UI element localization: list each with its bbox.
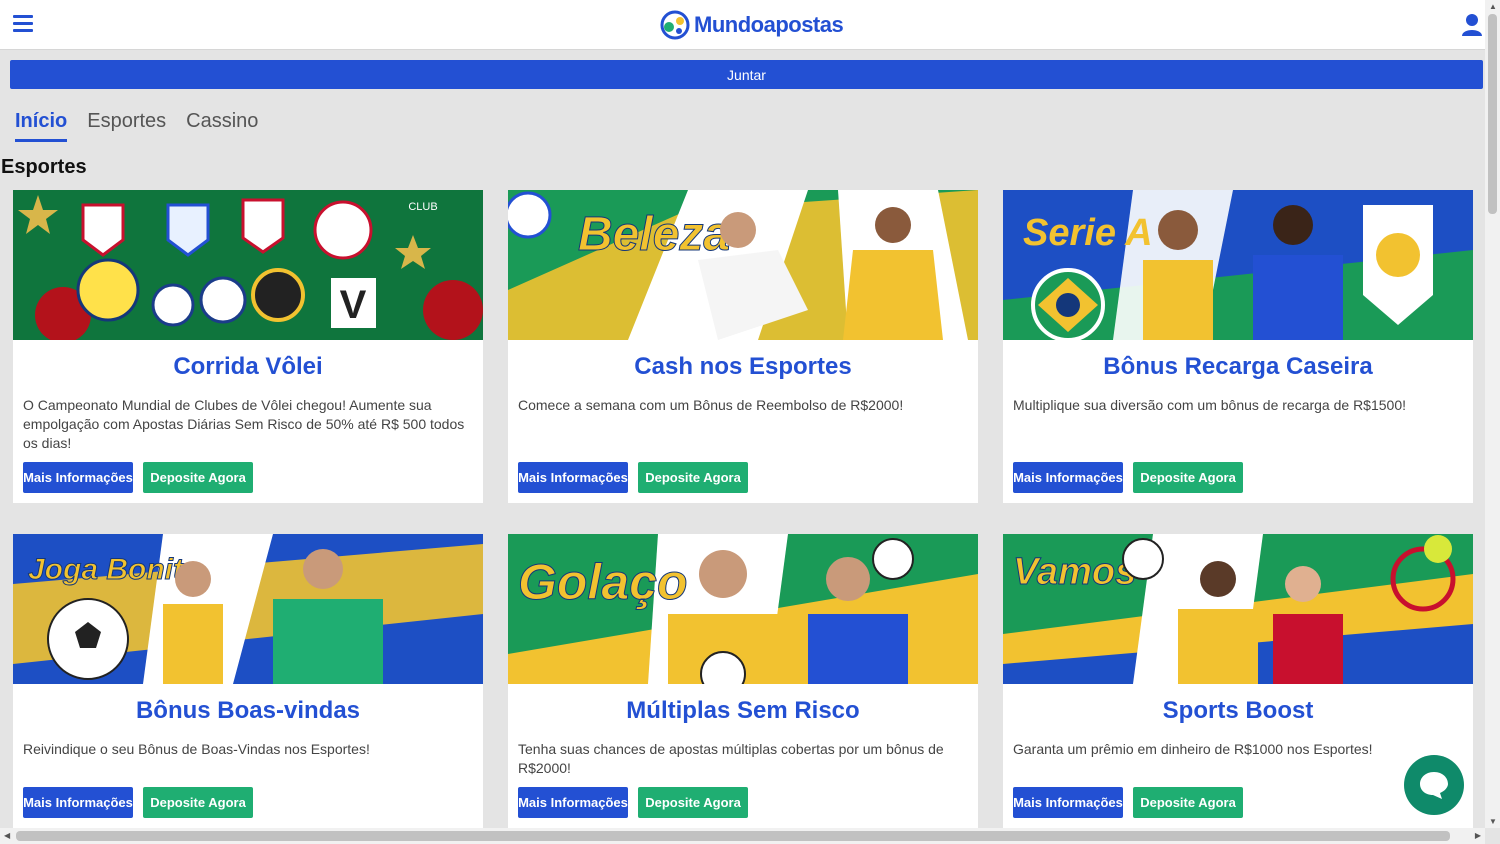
scroll-left-arrow-icon[interactable]: ◀ (4, 831, 10, 840)
more-info-button[interactable]: Mais Informações (1013, 462, 1123, 493)
chat-bubble-icon[interactable] (1404, 755, 1464, 815)
more-info-button[interactable]: Mais Informações (518, 462, 628, 493)
card-title: Sports Boost (1162, 697, 1314, 724)
horizontal-scrollbar-thumb[interactable] (16, 831, 1450, 841)
deposit-now-button[interactable]: Deposite Agora (638, 787, 748, 818)
banner-text: Golaço (518, 554, 687, 610)
card-title: Cash nos Esportes (634, 353, 852, 380)
promo-card: Vamos Sports Boost Garanta um prêmio em … (1003, 534, 1473, 834)
hamburger-menu-icon[interactable] (13, 15, 33, 33)
promo-banner-image: Vamos (1003, 534, 1473, 684)
deposit-now-button[interactable]: Deposite Agora (1133, 787, 1243, 818)
card-title: Bônus Boas-vindas (135, 697, 361, 724)
more-info-button[interactable]: Mais Informações (23, 787, 133, 818)
logo-mark-icon (660, 10, 690, 40)
promo-card: V CLUB Corrida Vôlei O Campeonato Mundia… (13, 190, 483, 503)
nav-tabs: Início Esportes Cassino (15, 110, 258, 142)
banner-text: Serie A (1023, 212, 1153, 254)
promo-banner-image: Beleza (508, 190, 978, 340)
promo-banner-image: V CLUB (13, 190, 483, 340)
top-bar: Mundoapostas (0, 0, 1485, 50)
card-title: Múltiplas Sem Risco (626, 697, 860, 724)
deposit-now-button[interactable]: Deposite Agora (143, 462, 253, 493)
user-icon[interactable] (1461, 13, 1483, 37)
deposit-now-button[interactable]: Deposite Agora (1133, 462, 1243, 493)
promo-banner-image: Golaço (508, 534, 978, 684)
horizontal-scrollbar[interactable]: ◀ ▶ (0, 828, 1485, 844)
promo-banner-image: Serie A (1003, 190, 1473, 340)
join-button[interactable]: Juntar (10, 60, 1483, 89)
card-title: Bônus Recarga Caseira (1103, 353, 1373, 380)
deposit-now-button[interactable]: Deposite Agora (638, 462, 748, 493)
svg-text:V: V (340, 283, 367, 327)
tab-esportes[interactable]: Esportes (87, 110, 166, 142)
banner-text: Beleza (578, 208, 730, 261)
promo-card: Serie A Bônus Recarga Caseira Multipliqu… (1003, 190, 1473, 503)
scroll-down-arrow-icon[interactable]: ▼ (1489, 817, 1497, 826)
tab-inicio[interactable]: Início (15, 110, 68, 142)
card-description: O Campeonato Mundial de Clubes de Vôlei … (23, 397, 465, 451)
scroll-right-arrow-icon[interactable]: ▶ (1475, 831, 1481, 840)
scroll-up-arrow-icon[interactable]: ▲ (1489, 2, 1497, 11)
logo[interactable]: Mundoapostas (660, 9, 844, 41)
card-title: Corrida Vôlei (173, 353, 323, 380)
vertical-scrollbar[interactable]: ▲ ▼ (1485, 0, 1500, 828)
more-info-button[interactable]: Mais Informações (23, 462, 133, 493)
promo-banner-image: Joga Bonito (13, 534, 483, 684)
deposit-now-button[interactable]: Deposite Agora (143, 787, 253, 818)
more-info-button[interactable]: Mais Informações (1013, 787, 1123, 818)
vertical-scrollbar-thumb[interactable] (1488, 14, 1497, 214)
card-description: Comece a semana com um Bônus de Reembols… (518, 397, 904, 413)
logo-text: Mundoapostas (694, 12, 844, 37)
section-title: Esportes (1, 156, 87, 178)
promo-card: Golaço Múltiplas Sem Risco Tenha suas ch… (508, 534, 978, 834)
promo-card: Joga Bonito Bônus Boas-vindas Reivindiqu… (13, 534, 483, 834)
tab-cassino[interactable]: Cassino (186, 110, 258, 142)
svg-text:CLUB: CLUB (408, 201, 437, 213)
promo-card: Beleza Cash nos Esportes Comece a semana… (508, 190, 978, 503)
more-info-button[interactable]: Mais Informações (518, 787, 628, 818)
banner-text: Vamos (1013, 551, 1136, 593)
card-description: Multiplique sua diversão com um bônus de… (1013, 397, 1407, 413)
